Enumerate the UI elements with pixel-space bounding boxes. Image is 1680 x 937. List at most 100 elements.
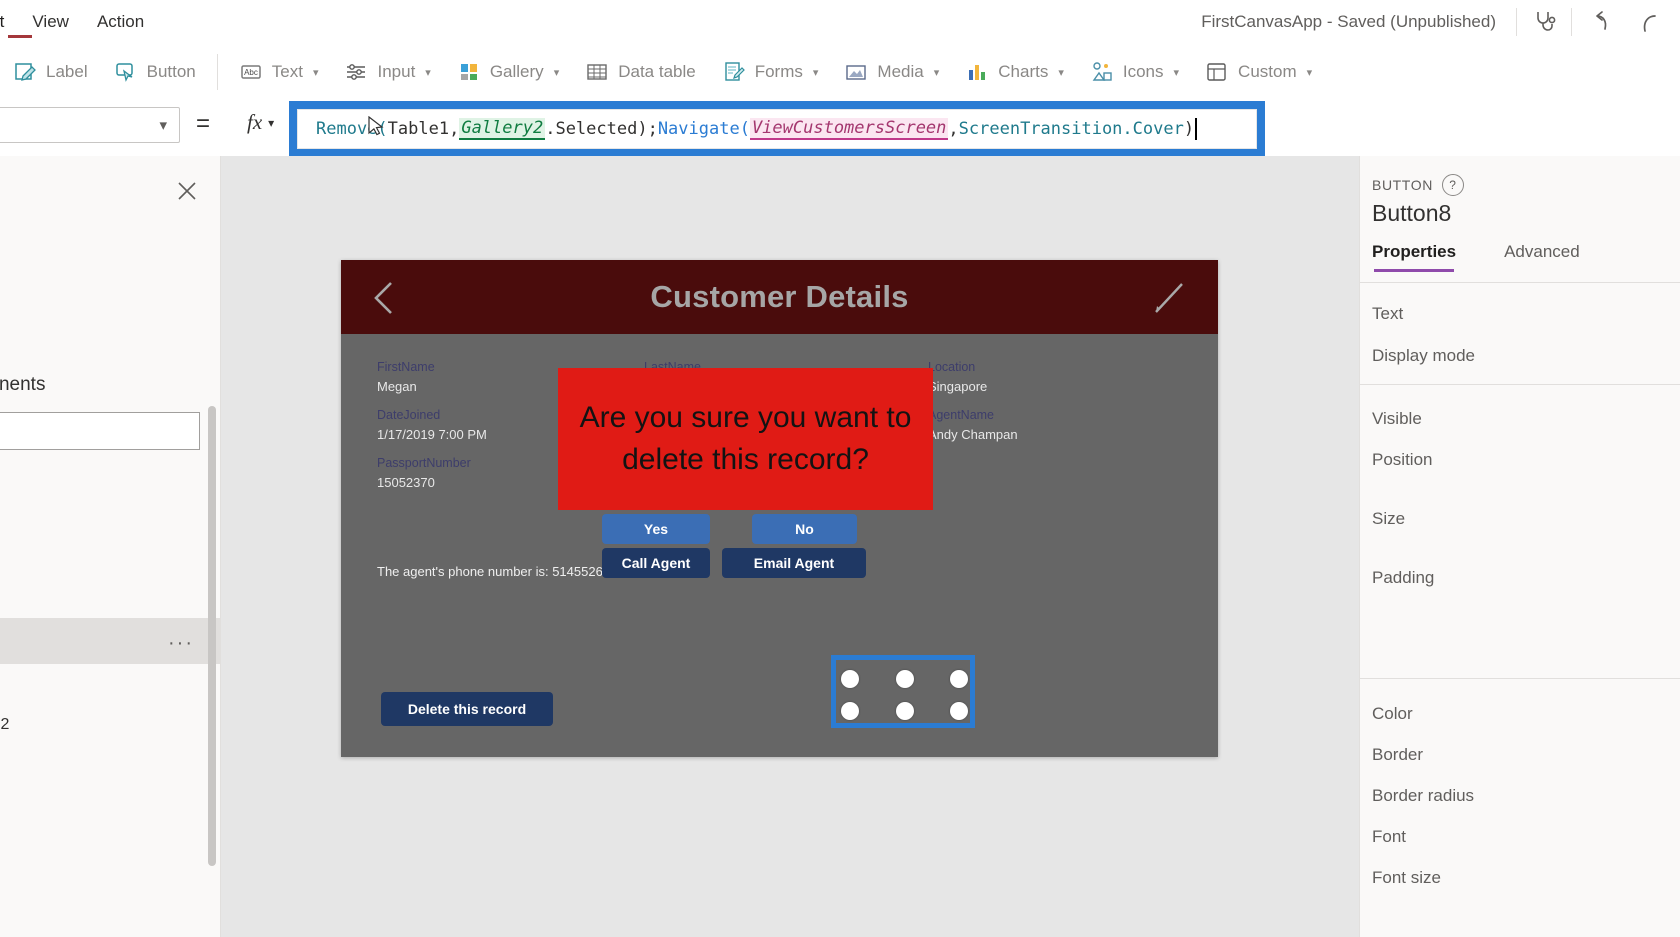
help-icon[interactable]: ? [1441, 174, 1464, 196]
chevron-down-icon: ▾ [1306, 66, 1313, 79]
gallery-grid-icon [457, 60, 481, 84]
formula-input[interactable]: Remove(Table1, Gallery2 .Selected); Navig… [297, 109, 1257, 149]
close-icon[interactable] [174, 178, 200, 204]
property-row-size[interactable]: Size [1372, 509, 1405, 529]
property-row-font[interactable]: Font [1372, 827, 1406, 847]
delete-record-button[interactable]: Delete this record [381, 692, 553, 726]
undo-icon[interactable] [1572, 0, 1626, 44]
agent-phone-text: The agent's phone number is: 5145526695 [377, 564, 625, 579]
property-row-border[interactable]: Border [1372, 745, 1423, 765]
property-row-position[interactable]: Position [1372, 450, 1432, 470]
ribbon-forms-menu[interactable]: Forms ▾ [709, 50, 832, 94]
pencil-edit-icon[interactable] [1152, 278, 1190, 318]
property-selector-dropdown[interactable]: ▾ [0, 107, 180, 143]
control-type-text: BUTTON [1372, 177, 1433, 193]
left-panel-scrollbar[interactable] [208, 406, 216, 866]
formula-token: , [449, 119, 460, 139]
label-icon [13, 60, 37, 84]
confirmation-text: Are you sure you want to delete this rec… [579, 401, 912, 476]
field-passportnumber: PassportNumber 15052370 [377, 454, 471, 494]
property-row-color[interactable]: Color [1372, 704, 1413, 724]
title-bar-right: FirstCanvasApp - Saved (Unpublished) [1201, 0, 1680, 44]
fx-button[interactable]: fx ▾ [247, 110, 274, 135]
formula-token-gallery: Gallery2 [459, 118, 546, 140]
ribbon-item-label: Data table [618, 62, 696, 81]
menu-item-insert[interactable]: rt [0, 0, 33, 44]
more-options-icon[interactable]: ··· [168, 632, 194, 655]
chevron-down-icon: ▾ [425, 66, 431, 79]
property-row-font-size[interactable]: Font size [1372, 868, 1441, 888]
ribbon-gallery-menu[interactable]: Gallery ▾ [444, 50, 572, 94]
control-type-label: BUTTON ? [1372, 174, 1464, 196]
property-row-text[interactable]: Text [1372, 304, 1403, 324]
menu-item-view[interactable]: View [18, 0, 83, 44]
formula-token: Navigate( [657, 119, 750, 139]
email-agent-button[interactable]: Email Agent [722, 548, 866, 578]
screen-title: Customer Details [650, 279, 909, 314]
formula-token: Remove( [316, 119, 388, 139]
field-value: 15052370 [377, 475, 435, 490]
ribbon-input-menu[interactable]: Input ▾ [331, 50, 443, 94]
ribbon-item-label: Label [46, 62, 88, 81]
formula-token: ) [1183, 119, 1195, 139]
call-agent-button[interactable]: Call Agent [602, 548, 710, 578]
tab-label: Advanced [1504, 242, 1580, 261]
fx-label: fx [247, 110, 263, 134]
ribbon-charts-menu[interactable]: Charts ▾ [952, 50, 1077, 94]
divider [1360, 282, 1680, 283]
chevron-down-icon: ▾ [1058, 66, 1064, 79]
formula-token-screen: ViewCustomersScreen [749, 118, 949, 140]
property-row-visible[interactable]: Visible [1372, 409, 1422, 429]
ribbon-data-table-button[interactable]: Data table [572, 50, 709, 94]
resize-handle-top-right[interactable] [950, 670, 968, 688]
resize-handle-bottom-middle[interactable] [896, 702, 914, 720]
field-value: Singapore [928, 379, 988, 394]
stethoscope-icon[interactable] [1517, 0, 1571, 44]
menu-item-list: rt View Action [0, 0, 158, 44]
chevron-down-icon: ▾ [933, 66, 940, 79]
chevron-down-icon: ▾ [268, 115, 275, 130]
control-name: Button8 [1372, 200, 1452, 226]
ribbon-custom-menu[interactable]: Custom ▾ [1192, 50, 1325, 94]
resize-handle-top-left[interactable] [841, 670, 859, 688]
ribbon-media-menu[interactable]: Media ▾ [831, 50, 952, 94]
button-label: Email Agent [753, 555, 835, 571]
text-abc-icon: Abc [239, 60, 263, 84]
search-input[interactable] [0, 412, 200, 450]
resize-handle-bottom-right[interactable] [950, 702, 968, 720]
svg-text:Abc: Abc [244, 68, 258, 77]
media-image-icon [844, 60, 868, 84]
equals-sign: = [196, 110, 211, 137]
ribbon-item-label: Gallery [489, 62, 544, 81]
button-label: Yes [643, 521, 669, 537]
resize-handle-bottom-left[interactable] [841, 702, 859, 720]
field-value: Megan [377, 379, 417, 394]
field-label: AgentName [928, 408, 995, 422]
yes-button[interactable]: Yes [602, 514, 710, 544]
tab-properties[interactable]: Properties [1372, 242, 1456, 272]
redo-icon[interactable] [1626, 0, 1680, 44]
field-location: Location Singapore [928, 358, 987, 398]
charts-bar-icon [965, 60, 989, 84]
ribbon-label-button[interactable]: Label [0, 50, 101, 94]
back-chevron-icon[interactable] [367, 278, 403, 318]
property-row-border-radius[interactable]: Border radius [1372, 786, 1474, 806]
divider [1360, 678, 1680, 679]
tab-advanced[interactable]: Advanced [1504, 242, 1580, 272]
property-row-display-mode[interactable]: Display mode [1372, 346, 1475, 366]
ribbon-icons-menu[interactable]: Icons ▾ [1077, 50, 1192, 94]
selection-overlay[interactable] [831, 655, 975, 728]
ribbon-item-label: Icons [1122, 62, 1164, 81]
button-label: Delete this record [407, 701, 527, 717]
menu-item-action[interactable]: Action [83, 0, 158, 44]
top-menu-bar: rt View Action FirstCanvasApp - Saved (U… [0, 0, 1680, 45]
no-button[interactable]: No [752, 514, 857, 544]
list-item[interactable]: le2 [0, 716, 9, 734]
formula-token: ScreenTransition.Cover [958, 119, 1184, 139]
ribbon-button-button[interactable]: Button [101, 50, 209, 94]
ribbon-text-menu[interactable]: Abc Text ▾ [226, 50, 332, 94]
property-row-padding[interactable]: Padding [1372, 568, 1434, 588]
app-screen-preview: Customer Details FirstName Megan DateJoi… [341, 260, 1218, 757]
chevron-down-icon: ▾ [159, 117, 167, 134]
resize-handle-top-middle[interactable] [896, 670, 914, 688]
